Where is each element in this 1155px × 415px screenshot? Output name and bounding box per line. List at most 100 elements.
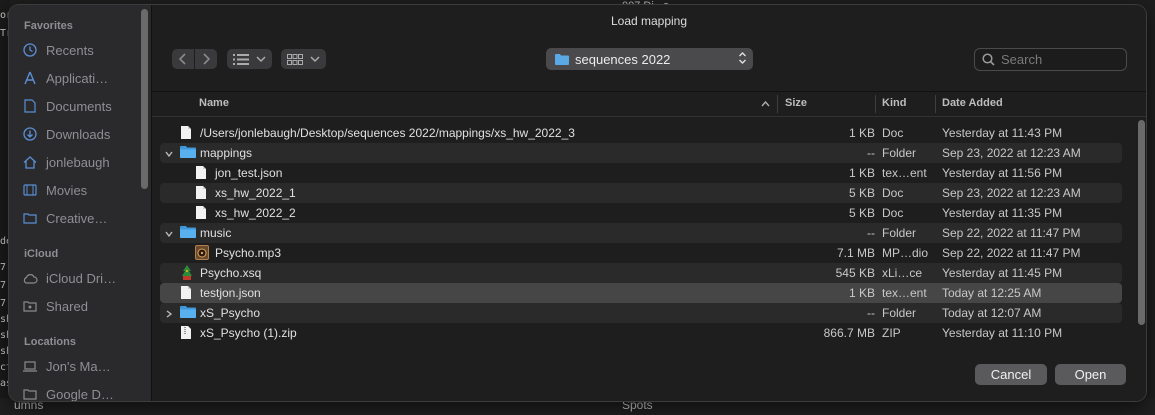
file-row[interactable]: /Users/jonlebaugh/Desktop/sequences 2022… [160, 123, 1122, 143]
sidebar-item-label: Google D… [46, 386, 114, 402]
file-row[interactable]: testjon.json 1 KB tex…ent Today at 12:25 AM [160, 283, 1122, 303]
file-size: -- [867, 146, 875, 160]
file-row[interactable]: xs_hw_2022_1 5 KB Doc Sep 23, 2022 at 12:23… [160, 183, 1122, 203]
sidebar-item-shared[interactable]: Shared [22, 295, 140, 317]
folder-icon [22, 210, 38, 226]
sort-ascending-chevron-icon [761, 100, 770, 107]
column-header-name[interactable]: Name [199, 97, 229, 109]
file-icon [180, 125, 192, 143]
sidebar-item-recents[interactable]: Recents [22, 39, 140, 61]
file-name: testjon.json [200, 286, 261, 300]
column-header: Name Size Kind Date Added [152, 92, 1146, 117]
file-size: 1 KB [848, 126, 875, 140]
file-kind: tex…ent [882, 286, 927, 300]
location-popup[interactable]: sequences 2022 [546, 48, 753, 70]
file-date: Today at 12:07 AM [942, 306, 1042, 320]
download-icon [22, 126, 38, 142]
list-icon [232, 53, 249, 65]
cancel-button[interactable]: Cancel [975, 364, 1047, 385]
file-list-scrollbar[interactable] [1138, 120, 1145, 325]
file-row[interactable]: xS_Psycho (1).zip 866.7 MB ZIP Yesterday at… [160, 323, 1122, 343]
folder-icon [180, 305, 196, 321]
home-icon [22, 154, 38, 170]
sidebar-item-label: Recents [46, 42, 94, 58]
file-row[interactable]: Psycho.xsq 545 KB xLi…ce Yesterday at 11:45… [160, 263, 1122, 283]
file-row[interactable]: xs_hw_2022_2 5 KB Doc Yesterday at 11:35 PM [160, 203, 1122, 223]
sidebar-item-documents[interactable]: Documents [22, 95, 140, 117]
file-icon [195, 185, 207, 203]
file-name: jon_test.json [215, 166, 283, 180]
sidebar-item-icloud-dri[interactable]: iCloud Dri… [22, 267, 140, 289]
list-view-button[interactable] [227, 49, 272, 69]
file-size: 545 KB [835, 266, 875, 280]
file-kind: tex…ent [882, 166, 927, 180]
sidebar-item-google-d[interactable]: Google D… [22, 383, 140, 401]
file-kind: xLi…ce [882, 266, 923, 280]
open-button[interactable]: Open [1055, 364, 1126, 385]
sidebar-item-label: Creative… [46, 210, 108, 226]
column-separator [935, 95, 936, 113]
sidebar-item-creative[interactable]: Creative… [22, 207, 140, 229]
sidebar-item-label: Shared [46, 298, 88, 314]
clock-icon [22, 42, 38, 58]
cloud-icon [22, 270, 38, 286]
folder-icon [180, 145, 196, 161]
sidebar-scrollbar[interactable] [141, 9, 148, 189]
file-date: Sep 23, 2022 at 12:23 AM [942, 146, 1081, 160]
search-field[interactable] [974, 48, 1127, 71]
file-row[interactable]: music -- Folder Sep 22, 2022 at 11:47 PM [160, 223, 1122, 243]
sidebar-item-label: Downloads [46, 126, 111, 142]
search-icon [982, 53, 995, 66]
column-header-kind[interactable]: Kind [882, 97, 906, 109]
file-kind: MP…dio [882, 246, 929, 260]
file-date: Yesterday at 11:56 PM [942, 166, 1063, 180]
icon-view-button[interactable] [281, 49, 326, 69]
file-kind: Folder [882, 146, 917, 160]
chevron-down-icon [255, 56, 266, 63]
dialog-title: Load mapping [610, 14, 688, 28]
file-date: Yesterday at 11:45 PM [942, 266, 1063, 280]
file-row[interactable]: xS_Psycho -- Folder Today at 12:07 AM [160, 303, 1122, 323]
search-input[interactable] [1001, 52, 1121, 67]
file-list: /Users/jonlebaugh/Desktop/sequences 2022… [160, 123, 1122, 343]
file-size: -- [867, 306, 875, 320]
applications-icon [22, 70, 38, 86]
sidebar-item-applicati[interactable]: Applicati… [22, 67, 140, 89]
file-icon [195, 205, 207, 223]
back-button[interactable] [172, 49, 194, 69]
file-kind: Folder [882, 226, 917, 240]
file-row[interactable]: jon_test.json 1 KB tex…ent Yesterday at 11:… [160, 163, 1122, 183]
file-date: Sep 23, 2022 at 12:23 AM [942, 186, 1081, 200]
column-header-size[interactable]: Size [785, 97, 807, 109]
sidebar-item-downloads[interactable]: Downloads [22, 123, 140, 145]
sidebar-heading-icloud: iCloud [24, 248, 59, 260]
sidebar-item-label: jonlebaugh [46, 154, 110, 170]
disclosure-expanded-icon[interactable] [164, 228, 174, 242]
sidebar-item-movies[interactable]: Movies [22, 179, 140, 201]
file-kind: Doc [882, 186, 904, 200]
file-size: 5 KB [848, 206, 875, 220]
sidebar-heading-favorites: Favorites [24, 20, 73, 32]
file-icon [180, 285, 192, 303]
file-date: Yesterday at 11:10 PM [942, 326, 1063, 340]
file-row[interactable]: mappings -- Folder Sep 23, 2022 at 12:23 AM [160, 143, 1122, 163]
file-row[interactable]: Psycho.mp3 7.1 MB MP…dio Sep 22, 2022 at 11… [160, 243, 1122, 263]
file-name: Psycho.mp3 [215, 246, 282, 260]
file-name: xS_Psycho (1).zip [200, 326, 297, 340]
sidebar-item-jon-s-ma[interactable]: Jon's Ma… [22, 355, 140, 377]
file-name: xS_Psycho [200, 306, 261, 320]
sidebar-item-jonlebaugh[interactable]: jonlebaugh [22, 151, 140, 173]
file-date: Today at 12:25 AM [942, 286, 1042, 300]
file-kind: Folder [882, 306, 917, 320]
grid-icon [286, 53, 303, 65]
file-kind: Doc [882, 126, 904, 140]
column-separator [875, 95, 876, 113]
sidebar-item-label: Movies [46, 182, 88, 198]
disclosure-expanded-icon[interactable] [164, 148, 174, 162]
disclosure-collapsed-icon[interactable] [164, 308, 174, 322]
file-name: Psycho.xsq [200, 266, 262, 280]
forward-button[interactable] [195, 49, 217, 69]
file-date: Sep 22, 2022 at 11:47 PM [942, 226, 1081, 240]
file-name: /Users/jonlebaugh/Desktop/sequences 2022… [200, 126, 575, 140]
column-header-date-added[interactable]: Date Added [942, 97, 1003, 109]
